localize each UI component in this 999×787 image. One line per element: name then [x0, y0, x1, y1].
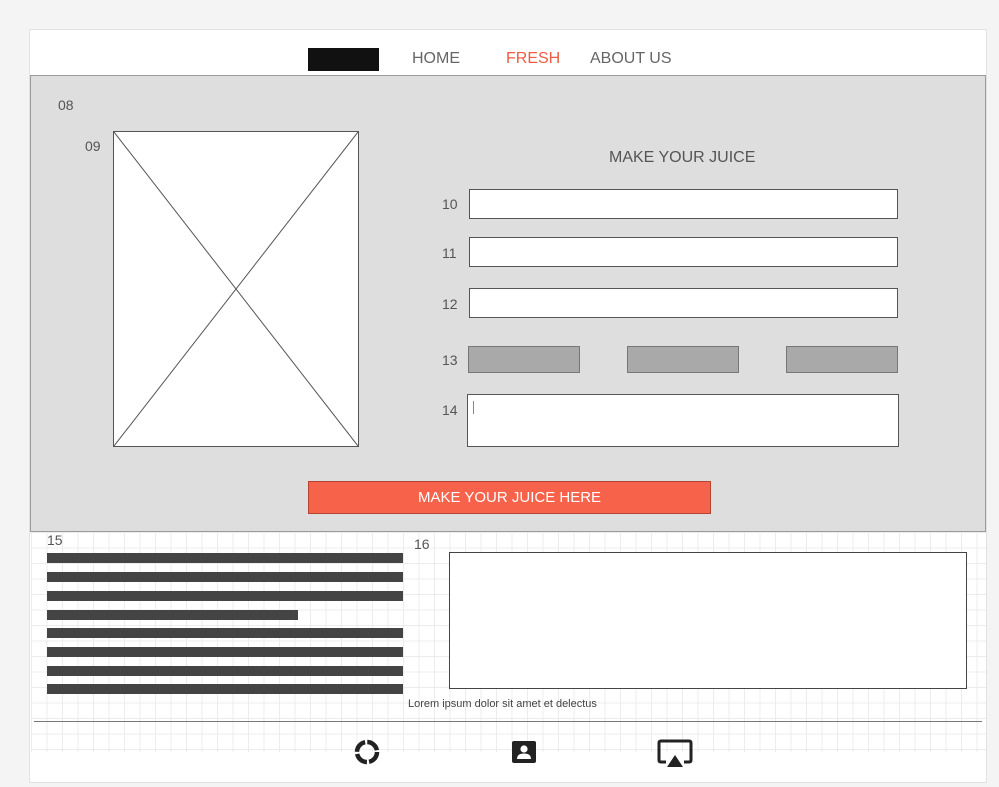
text-line [47, 572, 403, 582]
text-line [47, 553, 403, 563]
image-placeholder [113, 131, 359, 447]
input-field-12[interactable] [469, 288, 898, 318]
option-button-2[interactable] [627, 346, 739, 373]
text-caret [473, 401, 474, 414]
text-line [47, 610, 298, 620]
image-placeholder-cross [114, 132, 358, 446]
marker-10: 10 [442, 196, 458, 212]
logo-block[interactable] [308, 48, 379, 71]
loading-circle-icon[interactable] [353, 738, 381, 771]
contact-card-icon[interactable] [510, 738, 538, 771]
make-juice-button[interactable]: MAKE YOUR JUICE HERE [308, 481, 711, 514]
marker-15: 15 [47, 532, 63, 548]
marker-13: 13 [442, 352, 458, 368]
text-line [47, 666, 403, 676]
marker-16: 16 [414, 536, 430, 552]
nav-link-about-us[interactable]: ABOUT US [590, 50, 672, 68]
marker-11: 11 [442, 245, 457, 261]
hero-section: 08 09 MAKE YOUR JUICE 10 11 12 13 14 MAK… [30, 75, 986, 532]
form-title: MAKE YOUR JUICE [609, 149, 756, 166]
media-caption: Lorem ipsum dolor sit amet et delectus [408, 698, 597, 710]
footer-divider [34, 721, 982, 722]
media-box [449, 552, 967, 689]
text-line [47, 591, 403, 601]
option-button-3[interactable] [786, 346, 898, 373]
input-field-10[interactable] [469, 189, 898, 219]
text-line [47, 684, 403, 694]
input-field-11[interactable] [469, 237, 898, 267]
message-textarea[interactable] [467, 394, 899, 447]
marker-12: 12 [442, 296, 458, 312]
nav-link-home[interactable]: HOME [412, 50, 460, 68]
text-line [47, 647, 403, 657]
nav-link-fresh[interactable]: FRESH [506, 50, 560, 68]
top-nav: HOME FRESH ABOUT US [30, 30, 986, 75]
airplay-icon[interactable] [657, 738, 693, 775]
marker-14: 14 [442, 402, 458, 418]
marker-09: 09 [85, 138, 101, 154]
marker-08: 08 [58, 97, 74, 113]
option-button-1[interactable] [468, 346, 580, 373]
text-line [47, 628, 403, 638]
page-frame: HOME FRESH ABOUT US 08 09 MAKE YOUR JUIC… [29, 29, 987, 783]
